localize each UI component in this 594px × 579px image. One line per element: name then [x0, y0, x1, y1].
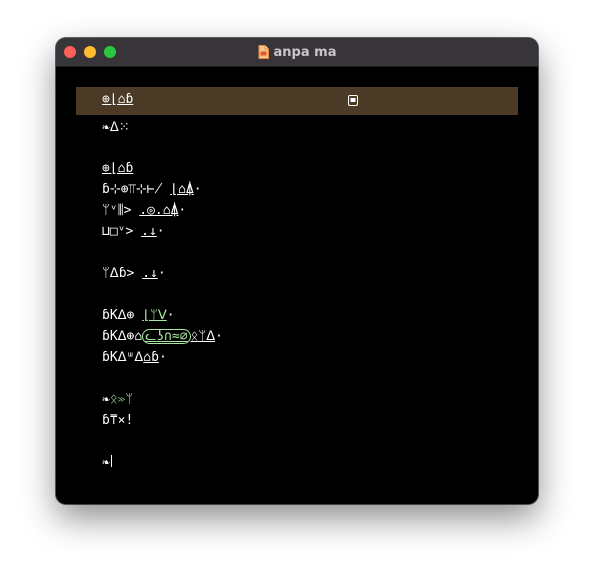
output-line: ɓKᐃᵚᐃ⌂ɓ· — [102, 350, 167, 366]
line-link: .◎.⌂⍋ — [139, 203, 179, 218]
line-text: ⊕⌊⌂ɓ — [102, 161, 134, 176]
line-link: ⌊⌂⍋ — [170, 182, 194, 197]
line-link: .↓ — [141, 224, 157, 239]
line-text: ɓKᐃᵚᐃ — [102, 350, 144, 365]
header-title: ⊕⌊⌂ɓ — [102, 92, 134, 107]
output-line: ᛘᐃɓ> .↓· — [102, 266, 166, 282]
line-text: · — [166, 308, 175, 323]
output-line: ɓKᐃ⊕⌂ ᓚʖ∩≈⌀ ᛟᛘᐃ· — [102, 329, 223, 345]
terminal-content[interactable]: ⊕⌊⌂ɓ ❧ᐃ⁙ ⊕⌊⌂ɓ ɓ⊹⊕⫪⊹⊬ ⌊⌂⍋· ᛘᵛ⫼> .◎.⌂⍋· ⊔□… — [56, 67, 538, 504]
line-text: ᛘᐃɓ> — [102, 266, 143, 281]
output-line: ɓ⊹⊕⫪⊹⊬ ⌊⌂⍋· — [102, 182, 202, 198]
line-text: · — [178, 203, 187, 218]
window-title-area: anpa ma — [56, 38, 538, 66]
line-text: ɓ⊹⊕⫪⊹⊬ — [102, 182, 171, 197]
line-link: ⌂ɓ — [143, 350, 159, 365]
line-link: ⌊ᛘᐯ — [142, 308, 167, 323]
document-icon — [348, 95, 358, 110]
output-line: ɓKᐃ⊕ ⌊ᛘᐯ· — [102, 308, 175, 324]
line-text: ❧ — [102, 392, 110, 407]
line-text: · — [157, 266, 166, 281]
title-bar[interactable]: anpa ma — [56, 38, 538, 67]
output-line: ❧ᐃ⁙ — [102, 120, 130, 136]
line-text: · — [156, 224, 165, 239]
line-highlight: ᛟ≫ᛘ — [109, 392, 134, 407]
line-text: · — [158, 350, 167, 365]
line-text: ɓKᐃ⊕ — [102, 308, 143, 323]
line-text: ⊔□ᵛ> — [102, 224, 142, 239]
line-link: ᛟᛘᐃ — [190, 329, 216, 344]
line-text: · — [193, 182, 202, 197]
output-line: ⊕⌊⌂ɓ — [102, 161, 133, 177]
line-text: ᛘᵛ⫼> — [102, 203, 140, 218]
window-title: anpa ma — [273, 44, 337, 60]
header-bar: ⊕⌊⌂ɓ — [76, 87, 518, 115]
prompt-line[interactable]: ❧ — [102, 455, 112, 471]
line-text: ɓ⍑⨯! — [102, 413, 134, 428]
text-cursor — [110, 455, 112, 467]
output-line: ᛘᵛ⫼> .◎.⌂⍋· — [102, 203, 186, 219]
document-icon — [258, 45, 269, 59]
terminal-window: anpa ma ⊕⌊⌂ɓ ❧ᐃ⁙ ⊕⌊⌂ɓ ɓ⊹⊕⫪⊹⊬ ⌊⌂⍋· ᛘᵛ⫼> .… — [56, 38, 538, 504]
output-line: ❧ᛟ≫ᛘ — [102, 392, 133, 408]
prompt-symbol: ❧ — [102, 455, 110, 470]
line-text: ɓKᐃ⊕⌂ — [102, 329, 143, 344]
highlighted-token: ᓚʖ∩≈⌀ — [142, 329, 191, 344]
line-text: ❧ᐃ⁙ — [102, 120, 130, 135]
output-line: ⊔□ᵛ> .↓· — [102, 224, 165, 240]
line-text: · — [215, 329, 223, 344]
line-link: .↓ — [142, 266, 158, 281]
output-line: ɓ⍑⨯! — [102, 413, 133, 429]
